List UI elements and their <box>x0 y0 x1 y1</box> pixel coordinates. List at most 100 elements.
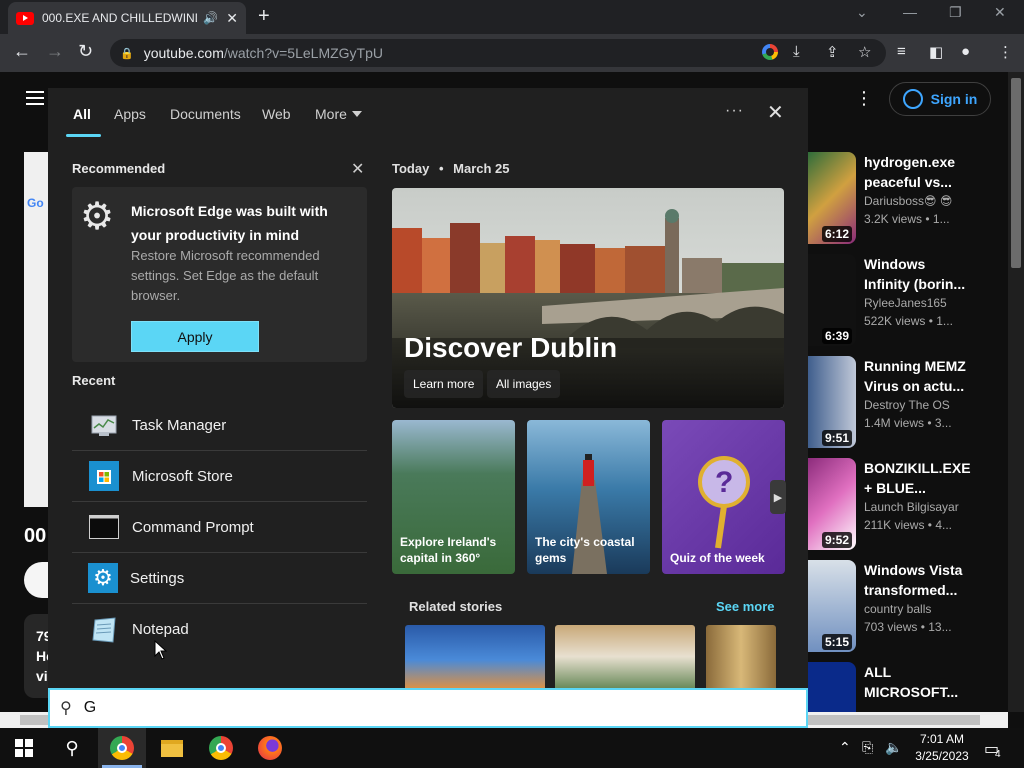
search-box[interactable]: ⚲ G <box>48 688 808 728</box>
video-channel[interactable]: Destroy The OS <box>864 398 950 412</box>
options-ellipsis-icon[interactable]: ··· <box>725 102 744 120</box>
related-story-image[interactable] <box>405 625 545 688</box>
related-video-item[interactable]: 9:52 BONZIKILL.EXE + BLUE... Launch Bilg… <box>806 458 1016 554</box>
carousel-next-icon[interactable]: ▶ <box>770 480 786 514</box>
share-icon[interactable]: ⇪ <box>826 43 839 61</box>
recent-item-settings[interactable]: ⚙ Settings <box>72 553 367 604</box>
start-button[interactable] <box>0 728 48 768</box>
taskbar-firefox[interactable] <box>246 728 294 768</box>
recent-item-notepad[interactable]: Notepad <box>72 604 367 655</box>
see-more-link[interactable]: See more <box>716 599 775 614</box>
media-queue-icon[interactable]: ≡ <box>897 43 906 60</box>
card-label: The city's coastal gems <box>535 535 635 565</box>
tab-all[interactable]: All <box>73 106 91 122</box>
volume-icon[interactable]: 🔈 <box>885 739 902 756</box>
tab-more[interactable]: More <box>315 106 347 122</box>
browser-tab[interactable]: 000.EXE AND CHILLEDWIND 🔊 ✕ <box>8 2 246 34</box>
related-video-item[interactable]: 6:12 hydrogen.exe peaceful vs... Dariusb… <box>806 152 1016 248</box>
video-channel[interactable]: country balls <box>864 602 931 616</box>
search-query[interactable]: G <box>84 699 96 717</box>
taskbar-file-explorer[interactable] <box>148 728 196 768</box>
reload-icon[interactable]: ↻ <box>78 41 93 62</box>
show-hidden-icons-icon[interactable]: ⌃ <box>839 739 851 756</box>
all-images-button[interactable]: All images <box>487 370 561 398</box>
related-video-item[interactable]: 9:51 Running MEMZ Virus on actu... Destr… <box>806 356 1016 452</box>
notification-count: 4 <box>995 749 1001 760</box>
related-stories-heading: Related stories <box>409 599 503 614</box>
install-icon[interactable]: ⤓ <box>793 43 800 60</box>
chrome-menu-icon[interactable]: ⋮ <box>998 43 1013 61</box>
card-coastal-gems[interactable]: The city's coastal gems <box>527 420 650 574</box>
windows-logo-icon <box>15 739 33 757</box>
video-channel[interactable]: RyleeJanes165 <box>864 296 947 310</box>
tab-web[interactable]: Web <box>262 106 291 122</box>
video-title[interactable]: hydrogen.exe peaceful vs... <box>864 152 974 192</box>
recommended-dismiss-icon[interactable]: ✕ <box>351 159 364 179</box>
related-video-item[interactable]: ALL MICROSOFT... <box>806 662 1016 712</box>
minimize-icon[interactable]: — <box>903 4 917 20</box>
date-row: Today • March 25 <box>392 161 510 176</box>
recent-item-label: Settings <box>130 569 185 587</box>
tab-documents[interactable]: Documents <box>170 106 241 122</box>
tab-title: 000.EXE AND CHILLEDWIND <box>42 11 198 25</box>
profile-icon[interactable]: ● <box>961 43 970 60</box>
google-icon[interactable] <box>762 44 778 60</box>
hamburger-menu-icon[interactable] <box>26 91 44 105</box>
taskbar-search-icon[interactable]: ⚲ <box>48 728 96 768</box>
panel-close-icon[interactable]: ✕ <box>767 100 784 125</box>
search-icon: ⚲ <box>60 700 72 717</box>
apply-button[interactable]: Apply <box>131 321 259 352</box>
video-meta: 522K views • 1... <box>864 314 953 328</box>
video-channel[interactable]: Dariusboss😎 😎 <box>864 194 952 208</box>
more-dropdown-icon[interactable] <box>352 111 362 117</box>
video-meta: 1.4M views • 3... <box>864 416 952 430</box>
video-title[interactable]: Windows Vista transformed... <box>864 560 974 600</box>
page-scrollbar-thumb[interactable] <box>1011 78 1021 268</box>
tab-apps[interactable]: Apps <box>114 106 146 122</box>
recent-item-command-prompt[interactable]: Command Prompt <box>72 502 367 553</box>
taskbar-chrome-2[interactable] <box>197 728 245 768</box>
video-title[interactable]: Windows Infinity (borin... <box>864 254 974 294</box>
recent-item-task-manager[interactable]: Task Manager <box>72 400 367 451</box>
network-icon[interactable]: ⎘ <box>862 739 873 756</box>
hero-title[interactable]: Discover Dublin <box>404 332 617 364</box>
related-story-image[interactable] <box>555 625 695 688</box>
tab-close-icon[interactable]: ✕ <box>226 10 238 27</box>
youtube-settings-icon[interactable]: ⋮ <box>855 88 873 109</box>
video-title[interactable]: Running MEMZ Virus on actu... <box>864 356 974 396</box>
command-prompt-icon <box>88 512 120 542</box>
video-duration: 9:51 <box>821 430 852 446</box>
related-story-image[interactable] <box>706 625 776 688</box>
new-tab-icon[interactable]: + <box>258 5 270 28</box>
sign-in-button[interactable]: Sign in <box>889 82 991 116</box>
video-channel[interactable]: Launch Bilgisayar <box>864 500 959 514</box>
taskbar-chrome[interactable] <box>98 728 146 768</box>
video-title[interactable]: BONZIKILL.EXE + BLUE... <box>864 458 974 498</box>
date-value: March 25 <box>453 161 510 176</box>
learn-more-button[interactable]: Learn more <box>404 370 484 398</box>
related-video-item[interactable]: 5:15 Windows Vista transformed... countr… <box>806 560 1016 656</box>
recent-item-microsoft-store[interactable]: Microsoft Store <box>72 451 367 502</box>
account-icon <box>902 89 923 109</box>
card-quiz-of-week[interactable]: ? Quiz of the week <box>662 420 785 574</box>
side-panel-icon[interactable]: ◧ <box>929 43 943 61</box>
clock-time: 7:01 AM <box>919 732 965 746</box>
restore-icon[interactable]: ❐ <box>949 4 962 21</box>
speaker-icon[interactable]: 🔊 <box>203 11 218 25</box>
card-explore-ireland[interactable]: Explore Ireland's capital in 360° <box>392 420 515 574</box>
forward-icon[interactable]: → <box>46 41 64 62</box>
video-title-partial: 00 <box>24 525 47 547</box>
window-close-icon[interactable]: ✕ <box>994 4 1006 21</box>
video-thumbnail[interactable] <box>806 662 856 712</box>
today-label: Today <box>392 161 430 176</box>
system-clock[interactable]: 7:01 AM 3/25/2023 <box>910 731 974 765</box>
settings-gear-icon: ⚙ <box>88 563 118 593</box>
recent-item-label: Notepad <box>132 621 189 638</box>
tab-search-icon[interactable]: ⌄ <box>856 4 868 21</box>
back-icon[interactable]: ← <box>13 41 31 62</box>
recent-item-label: Task Manager <box>132 416 227 434</box>
bookmark-star-icon[interactable]: ☆ <box>858 43 871 61</box>
related-video-item[interactable]: 6:39 Windows Infinity (borin... RyleeJan… <box>806 254 1016 350</box>
video-title[interactable]: ALL MICROSOFT... <box>864 662 974 702</box>
recent-heading: Recent <box>72 373 116 388</box>
